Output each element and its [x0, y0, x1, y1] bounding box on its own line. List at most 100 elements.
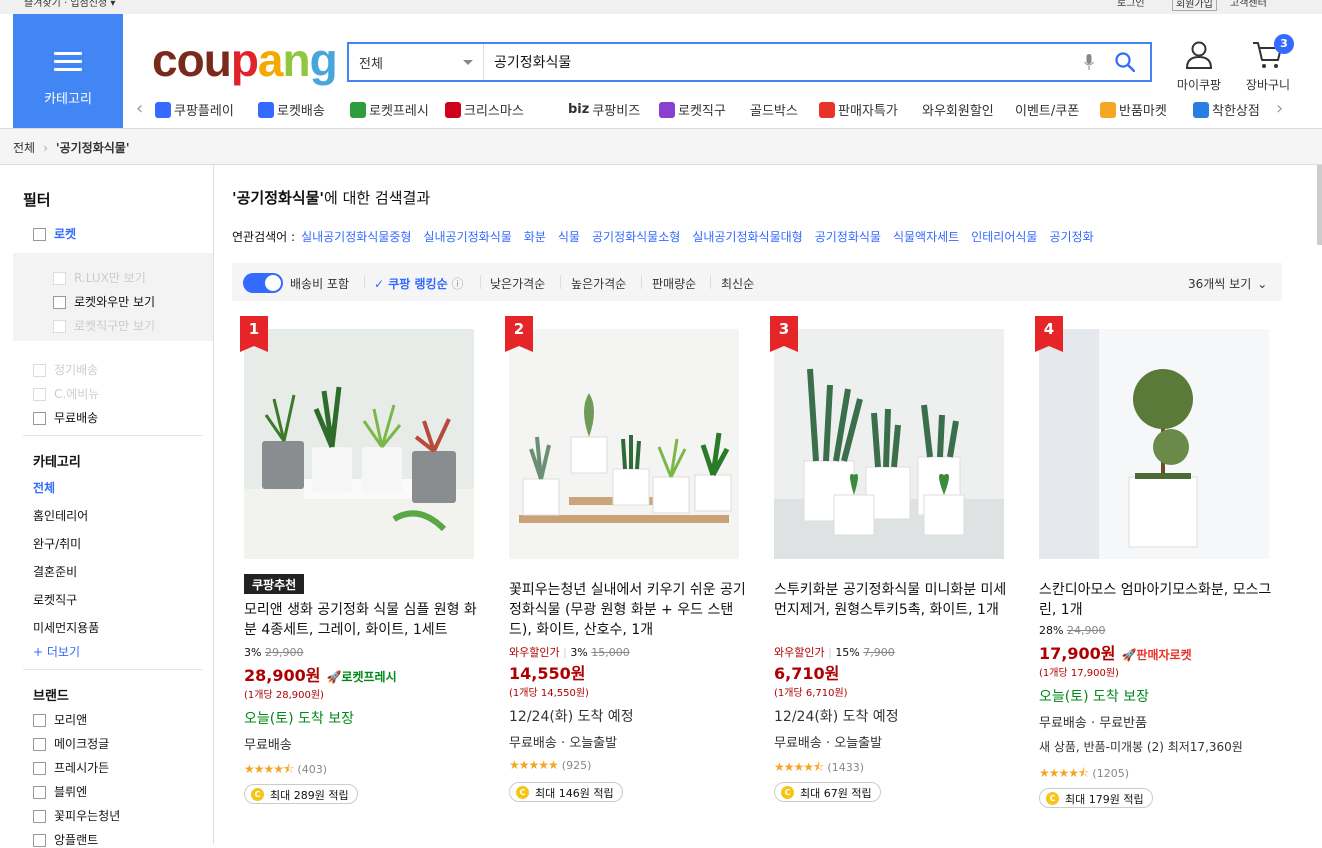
related-search-link[interactable]: 실내공기정화식물중형 [301, 230, 411, 244]
subnav-item[interactable]: 로켓프레시 [350, 100, 429, 119]
subnav-item[interactable]: 와우회원할인 [922, 100, 994, 119]
category-item[interactable]: 완구/취미 [33, 535, 81, 552]
shipping-incl-toggle[interactable] [243, 273, 283, 293]
sort-low-price[interactable]: 낮은가격순 [490, 275, 545, 292]
mycoupang-button[interactable]: 마이쿠팡 [1169, 40, 1229, 93]
subnav-item[interactable]: 반품마켓 [1100, 100, 1167, 119]
breadcrumb-root[interactable]: 전체 [13, 141, 35, 155]
reward-text: 최대 289원 적립 [270, 788, 349, 802]
search-input[interactable] [494, 50, 1054, 74]
related-search-link[interactable]: 인테리어식물 [971, 230, 1037, 244]
subnav-item[interactable]: 쿠팡플레이 [155, 100, 234, 119]
rocket-checkbox[interactable] [33, 228, 46, 241]
related-search-link[interactable]: 실내공기정화식물 [423, 230, 511, 244]
jikgu-filter[interactable]: 로켓직구만 보기 [53, 317, 155, 334]
price-meta: 28% 24,900 [1039, 624, 1105, 637]
brand-checkbox[interactable] [33, 738, 46, 751]
brand-item[interactable]: 앙플랜트 [33, 831, 98, 848]
brand-item[interactable]: 메이크정글 [33, 735, 109, 752]
category-item[interactable]: 미세먼지용품 [33, 619, 99, 636]
brand-checkbox[interactable] [33, 834, 46, 847]
microphone-icon[interactable] [1084, 54, 1094, 71]
sort-sales[interactable]: 판매량순 [652, 275, 696, 292]
subnav-prev-arrow-icon[interactable]: ‹ [136, 98, 143, 119]
rlux-filter[interactable]: R.LUX만 보기 [53, 269, 146, 286]
sort-ranking[interactable]: ✓ 쿠팡 랭킹순 ⓘ [374, 275, 463, 292]
customer-center-link[interactable]: 고객센터 [1230, 0, 1267, 9]
related-search-link[interactable]: 공기정화 [1049, 230, 1093, 244]
subnav-item[interactable]: 판매자특가 [819, 100, 898, 119]
result-query: '공기정화식물' [232, 189, 324, 207]
subnav-item[interactable]: 로켓배송 [258, 100, 325, 119]
brand-checkbox[interactable] [33, 786, 46, 799]
subnav-label: 반품마켓 [1119, 104, 1167, 119]
login-link[interactable]: 로그인 [1117, 0, 1145, 9]
brand-checkbox[interactable] [33, 810, 46, 823]
subnav-item[interactable]: 이벤트/쿠폰 [1015, 100, 1079, 119]
product-image[interactable] [774, 329, 1004, 559]
category-item[interactable]: 홈인테리어 [33, 507, 88, 524]
brand-item[interactable]: 모리앤 [33, 711, 87, 728]
signup-link[interactable]: 회원가입 [1172, 0, 1217, 11]
subnav-item[interactable]: 로켓직구 [659, 100, 726, 119]
category-item[interactable]: 로켓직구 [33, 591, 77, 608]
per-page-select[interactable]: 36개씩 보기 ⌄ [1188, 275, 1267, 292]
coupang-logo[interactable]: coupang [152, 34, 338, 86]
product-name[interactable]: 스칸디아모스 엄마아기모스화분, 모스그린, 1개 [1039, 580, 1279, 620]
rlux-checkbox[interactable] [53, 272, 66, 285]
product-name[interactable]: 모리앤 생화 공기정화 식물 심플 원형 화분 4종세트, 그레이, 화이트, … [244, 600, 484, 640]
related-search-link[interactable]: 공기정화식물 [815, 230, 881, 244]
free-shipping-checkbox[interactable] [33, 412, 46, 425]
shipping-incl-label: 배송비 포함 [290, 277, 350, 291]
breadcrumb-current[interactable]: '공기정화식물' [56, 141, 130, 155]
search-icon[interactable] [1115, 52, 1135, 72]
product-name[interactable]: 스투키화분 공기정화식물 미니화분 미세먼지제거, 원형스투키5촉, 화이트, … [774, 580, 1014, 620]
brand-item[interactable]: 꽃피우는청년 [33, 807, 120, 824]
regular-checkbox[interactable] [33, 364, 46, 377]
shipping-info: 무료배송 · 무료반품 [1039, 716, 1148, 731]
page-scrollbar[interactable] [1317, 165, 1322, 245]
product-image[interactable] [509, 329, 739, 559]
brand-checkbox[interactable] [33, 714, 46, 727]
sort-high-price[interactable]: 높은가격순 [571, 275, 626, 292]
related-search-link[interactable]: 화분 [524, 230, 546, 244]
cavenue-filter[interactable]: C.에비뉴 [33, 385, 99, 402]
jikgu-checkbox[interactable] [53, 320, 66, 333]
related-search-link[interactable]: 식물 [558, 230, 580, 244]
category-item[interactable]: 전체 [33, 479, 55, 496]
subnav-item[interactable]: 골드박스 [750, 100, 798, 119]
subnav-label: 로켓배송 [277, 104, 325, 119]
subnav-item[interactable]: 크리스마스 [445, 100, 524, 119]
wow-checkbox[interactable] [53, 296, 66, 309]
rocket-filter[interactable]: 로켓 [33, 225, 76, 242]
bookmark-link[interactable]: 즐겨찾기 · 입점신청 ▾ [24, 0, 115, 9]
info-icon[interactable]: ⓘ [448, 277, 463, 291]
related-search-link[interactable]: 실내공기정화식물대형 [692, 230, 802, 244]
wow-filter[interactable]: 로켓와우만 보기 [53, 293, 155, 310]
used-product-info[interactable]: 새 상품, 반품-미개봉 (2) 최저17,360원 [1039, 738, 1243, 755]
cart-button[interactable]: 장바구니 3 [1238, 34, 1298, 93]
product-name[interactable]: 꽃피우는청년 실내에서 키우기 쉬운 공기정화식물 (무광 원형 화분 + 우드… [509, 580, 749, 640]
jikgu-label: 로켓직구만 보기 [74, 319, 156, 333]
related-search-link[interactable]: 식물액자세트 [893, 230, 959, 244]
category-item[interactable]: 결혼준비 [33, 563, 77, 580]
subnav-next-arrow-icon[interactable]: › [1276, 98, 1283, 119]
subnav-label: 쿠팡플레이 [174, 104, 234, 119]
subnav-item[interactable]: 착한상점 [1193, 100, 1260, 119]
brand-item[interactable]: 프레시가든 [33, 759, 109, 776]
product-image[interactable] [1039, 329, 1269, 559]
product-image[interactable] [244, 329, 474, 559]
cavenue-checkbox[interactable] [33, 388, 46, 401]
sort-newest[interactable]: 최신순 [721, 275, 754, 292]
search-category-select[interactable]: 전체 [349, 44, 484, 80]
related-search-link[interactable]: 공기정화식물소형 [592, 230, 680, 244]
subnav-item[interactable]: biz 쿠팡비즈 [568, 100, 640, 119]
free-shipping-filter[interactable]: 무료배송 [33, 409, 98, 426]
rank-badge: 2 [505, 316, 533, 352]
category-menu-button[interactable]: 카테고리 [13, 14, 123, 128]
logo-letter: c [152, 34, 178, 86]
more-categories-link[interactable]: + 더보기 [33, 643, 80, 660]
brand-item[interactable]: 블뤼엔 [33, 783, 87, 800]
regular-delivery-filter[interactable]: 정기배송 [33, 361, 98, 378]
brand-checkbox[interactable] [33, 762, 46, 775]
